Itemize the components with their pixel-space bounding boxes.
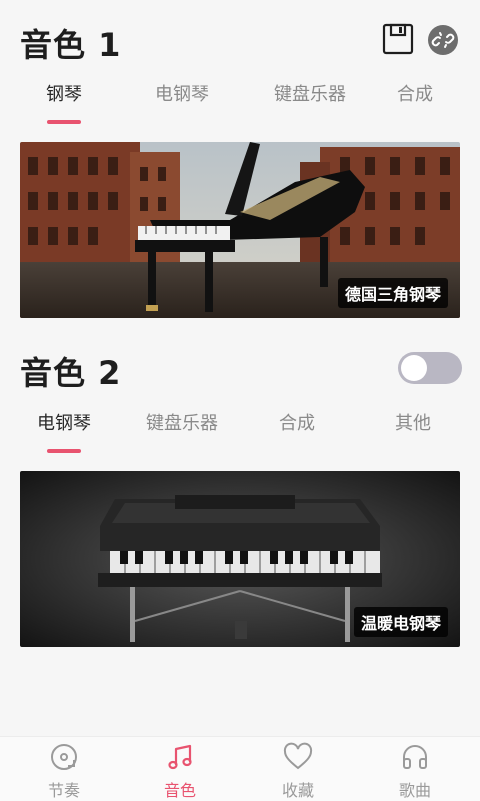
tab-electric-piano[interactable]: 电钢琴 [24, 409, 104, 453]
tab-keyboard[interactable]: 键盘乐器 [120, 409, 244, 453]
nav-label: 收藏 [281, 781, 314, 800]
section1-title: 音色 1 [20, 26, 122, 64]
section2-tabs: 电钢琴 键盘乐器 合成 其他 [0, 409, 480, 459]
bottom-nav: 节奏 音色 收藏 歌曲 [0, 736, 480, 801]
banner-title: 德国三角钢琴 [337, 278, 448, 308]
nav-label: 歌曲 [398, 781, 431, 800]
nav-label: 音色 [163, 781, 196, 800]
banner-title: 温暖电钢琴 [353, 607, 448, 637]
active-tab-indicator [47, 120, 81, 124]
nav-songs[interactable]: 歌曲 [355, 737, 475, 801]
tab-synth[interactable]: 合成 [262, 409, 332, 453]
save-icon[interactable] [382, 23, 414, 55]
toggle-knob [401, 355, 427, 381]
tab-label: 电钢琴 [155, 84, 209, 105]
section1-tabs: 钢琴 电钢琴 键盘乐器 合成 [0, 80, 480, 130]
electric-piano-banner[interactable]: 温暖电钢琴 [20, 471, 460, 647]
music-note-icon [168, 744, 192, 770]
tab-label: 键盘乐器 [274, 84, 346, 105]
tab-label: 其他 [395, 413, 431, 434]
tab-keyboard[interactable]: 键盘乐器 [248, 80, 372, 124]
tab-piano[interactable]: 钢琴 [24, 80, 104, 124]
heart-icon [283, 742, 313, 770]
tab-label: 键盘乐器 [146, 413, 218, 434]
nav-label: 节奏 [47, 781, 80, 800]
section2-toggle[interactable] [398, 352, 462, 384]
nav-sound[interactable]: 音色 [120, 737, 240, 801]
tab-label: 电钢琴 [37, 413, 91, 434]
tab-label: 合成 [279, 413, 315, 434]
section2-title: 音色 2 [20, 354, 122, 392]
tab-label: 合成 [397, 84, 433, 105]
tab-other[interactable]: 其他 [378, 409, 448, 453]
tab-synth[interactable]: 合成 [380, 80, 450, 124]
nav-favorites[interactable]: 收藏 [238, 737, 358, 801]
tab-label: 钢琴 [46, 84, 82, 105]
active-tab-indicator [47, 449, 81, 453]
unlink-icon[interactable] [427, 24, 459, 56]
headphones-icon [403, 745, 427, 769]
metronome-disc-icon [51, 744, 77, 770]
nav-rhythm[interactable]: 节奏 [4, 737, 124, 801]
tab-electric-piano[interactable]: 电钢琴 [132, 80, 232, 124]
grand-piano-banner[interactable]: 德国三角钢琴 [20, 142, 460, 318]
